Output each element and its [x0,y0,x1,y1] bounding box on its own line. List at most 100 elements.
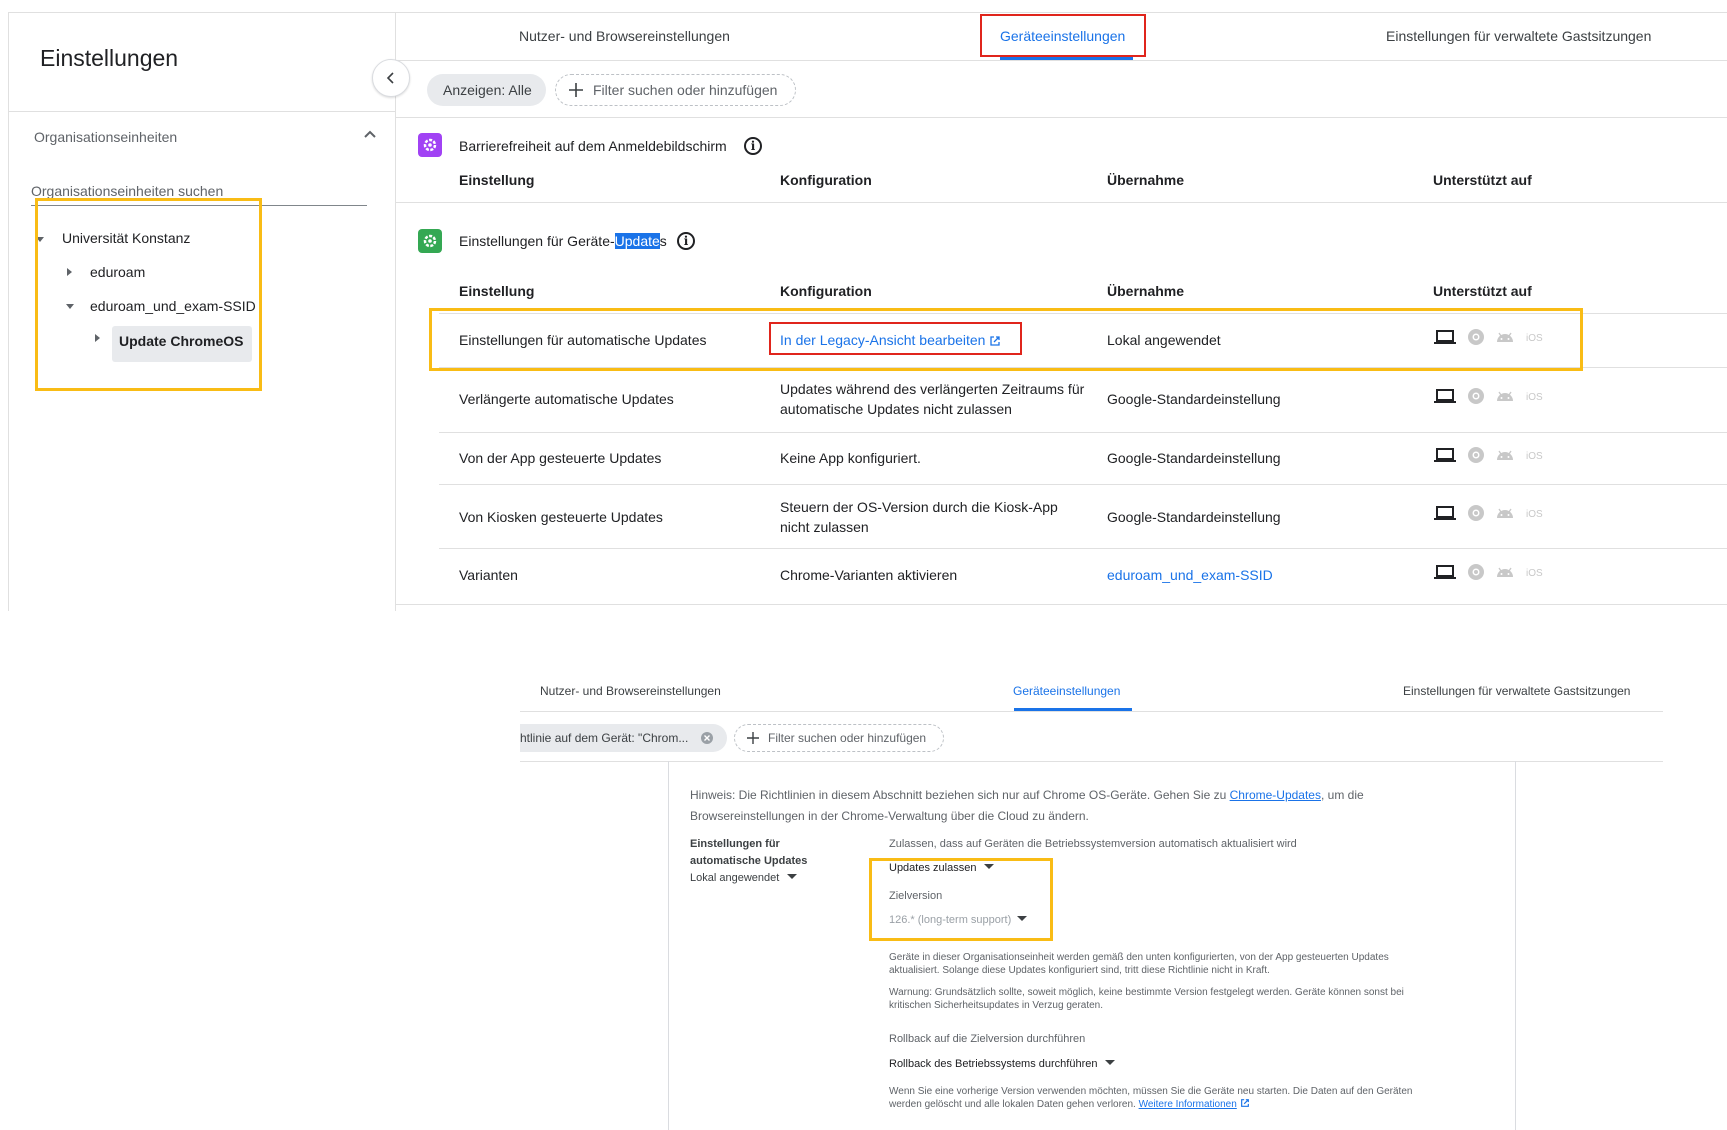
laptop-icon [1434,506,1456,520]
column-header: Konfiguration [780,172,872,188]
column-header: Konfiguration [780,283,872,299]
close-icon[interactable] [700,731,714,745]
dropdown-label: Lokal angewendet [690,872,780,884]
chip-label: Filter suchen oder hinzufügen [593,82,778,98]
top-screenshot: Einstellungen Organisationseinheiten Org… [0,0,1727,611]
android-icon [1497,508,1513,518]
highlight-box-tab [980,14,1146,57]
table-row-config: Updates während des verlängerten Zeitrau… [780,381,1085,417]
column-header: Einstellung [459,283,535,299]
table-row-config: Keine App konfiguriert. [780,450,921,466]
divider [439,484,1727,485]
section-title-highlight: Update [614,233,660,249]
highlight-box-update [869,858,1053,941]
external-link-icon [1240,1099,1249,1107]
section-title-part: s [659,233,667,249]
filter-chip-show-all[interactable]: Anzeigen: Alle [427,74,546,106]
setting-title: Einstellungen für [690,838,780,850]
laptop-icon [1434,448,1456,462]
dropdown-arrow-icon [787,874,798,879]
table-row-config: Steuern der OS-Version durch die Kiosk-A… [780,499,1058,535]
allow-label: Zulassen, dass auf Geräten die Betriebss… [889,838,1297,850]
note-text: Hinweis: Die Richtlinien in diesem Absch… [690,787,1364,804]
ou-section-header[interactable]: Organisationseinheiten [34,129,177,145]
inherit-link[interactable]: eduroam_und_exam-SSID [1107,565,1273,585]
table-row-setting[interactable]: Verlängerte automatische Updates [459,389,674,409]
inherit-dropdown[interactable]: Lokal angewendet [690,872,798,884]
settings-icon [418,133,442,157]
ios-icon: iOS [1526,392,1543,403]
ios-icon: iOS [1526,451,1543,462]
active-tab-indicator [1014,708,1132,711]
info-text: Geräte in dieser Organisationseinheit we… [889,952,1389,963]
tab-user-browser[interactable]: Nutzer- und Browsereinstellungen [540,684,721,698]
collapse-sidebar-button[interactable] [372,59,410,97]
plus-icon [747,732,759,744]
warning-text: kritischen Sicherheitsupdates in Verzug … [889,1000,1104,1011]
column-header: Unterstützt auf [1433,172,1532,188]
divider [395,60,1727,61]
info-part: werden gelöscht und alle lokalen Daten g… [889,1099,1139,1110]
more-info-link[interactable]: Weitere Informationen [1139,1099,1237,1110]
note-part: , um die [1320,788,1364,802]
settings-icon [418,229,442,253]
section-title: Einstellungen für Geräte-Updates [459,231,667,251]
add-filter-chip[interactable]: Filter suchen oder hinzufügen [555,74,796,106]
chevron-up-icon[interactable] [363,127,377,141]
tab-user-browser[interactable]: Nutzer- und Browsereinstellungen [519,28,730,44]
column-header: Übernahme [1107,172,1185,188]
note-text: Browsereinstellungen in der Chrome-Verwa… [690,809,1089,823]
highlight-box-tree [35,198,262,391]
column-header: Unterstützt auf [1433,283,1532,299]
divider [520,711,1663,712]
chrome-updates-link[interactable]: Chrome-Updates [1230,788,1321,802]
chrome-icon [1468,564,1484,580]
divider [395,202,1727,203]
tab-guest-sessions[interactable]: Einstellungen für verwaltete Gastsitzung… [1403,684,1630,698]
active-tab-indicator [1000,57,1133,60]
tab-guest-sessions[interactable]: Einstellungen für verwaltete Gastsitzung… [1386,28,1651,44]
table-row-setting[interactable]: Von der App gesteuerte Updates [459,448,661,468]
info-icon[interactable]: i [744,137,762,155]
section-title-part: Einstellungen für Geräte- [459,233,615,249]
add-filter-chip[interactable]: Filter suchen oder hinzufügen [734,724,944,752]
chip-label: Anzeigen: Alle [443,82,532,98]
chevron-left-icon [386,72,394,84]
platform-icons: iOS [1434,387,1544,407]
warning-text: Warnung: Grundsätzlich sollte, soweit mö… [889,987,1404,998]
platform-icons: iOS [1434,446,1544,466]
laptop-icon [1434,389,1456,403]
rollback-select[interactable]: Rollback des Betriebssystems durchführen [889,1058,1116,1070]
select-value: Rollback des Betriebssystems durchführen [889,1058,1098,1070]
android-icon [1497,391,1513,401]
ios-icon: iOS [1526,568,1543,579]
column-header: Einstellung [459,172,535,188]
dropdown-arrow-icon [1105,1060,1116,1065]
divider [395,117,1727,118]
table-row-inherit: Google-Standardeinstellung [1107,509,1281,525]
chrome-icon [1468,388,1484,404]
platform-icons: iOS [1434,563,1544,583]
setting-title: automatische Updates [690,855,808,867]
table-row-setting[interactable]: Varianten [459,565,518,585]
rollback-label: Rollback auf die Zielversion durchführen [889,1033,1086,1045]
tab-device-settings[interactable]: Geräteeinstellungen [1013,684,1120,698]
divider [395,604,1727,605]
divider [9,111,395,112]
info-text: aktualisiert. Solange diese Updates konf… [889,965,1270,976]
ios-icon: iOS [1526,509,1543,520]
chip-label: Filter suchen oder hinzufügen [768,731,927,745]
info-icon[interactable]: i [677,232,695,250]
policy-filter-chip[interactable]: htlinie auf dem Gerät: "Chrom... [520,724,727,752]
laptop-icon [1434,565,1456,579]
sidebar-title: Einstellungen [40,45,179,71]
chrome-icon [1468,505,1484,521]
divider [439,548,1727,549]
column-header: Übernahme [1107,283,1185,299]
table-row-inherit: Google-Standardeinstellung [1107,450,1281,466]
table-row-setting[interactable]: Von Kiosken gesteuerte Updates [459,507,663,527]
section-title: Barrierefreiheit auf dem Anmeldebildschi… [459,138,727,154]
info-text: werden gelöscht und alle lokalen Daten g… [889,1098,1250,1111]
chip-label: htlinie auf dem Gerät: "Chrom... [520,731,689,745]
plus-icon [569,83,583,97]
